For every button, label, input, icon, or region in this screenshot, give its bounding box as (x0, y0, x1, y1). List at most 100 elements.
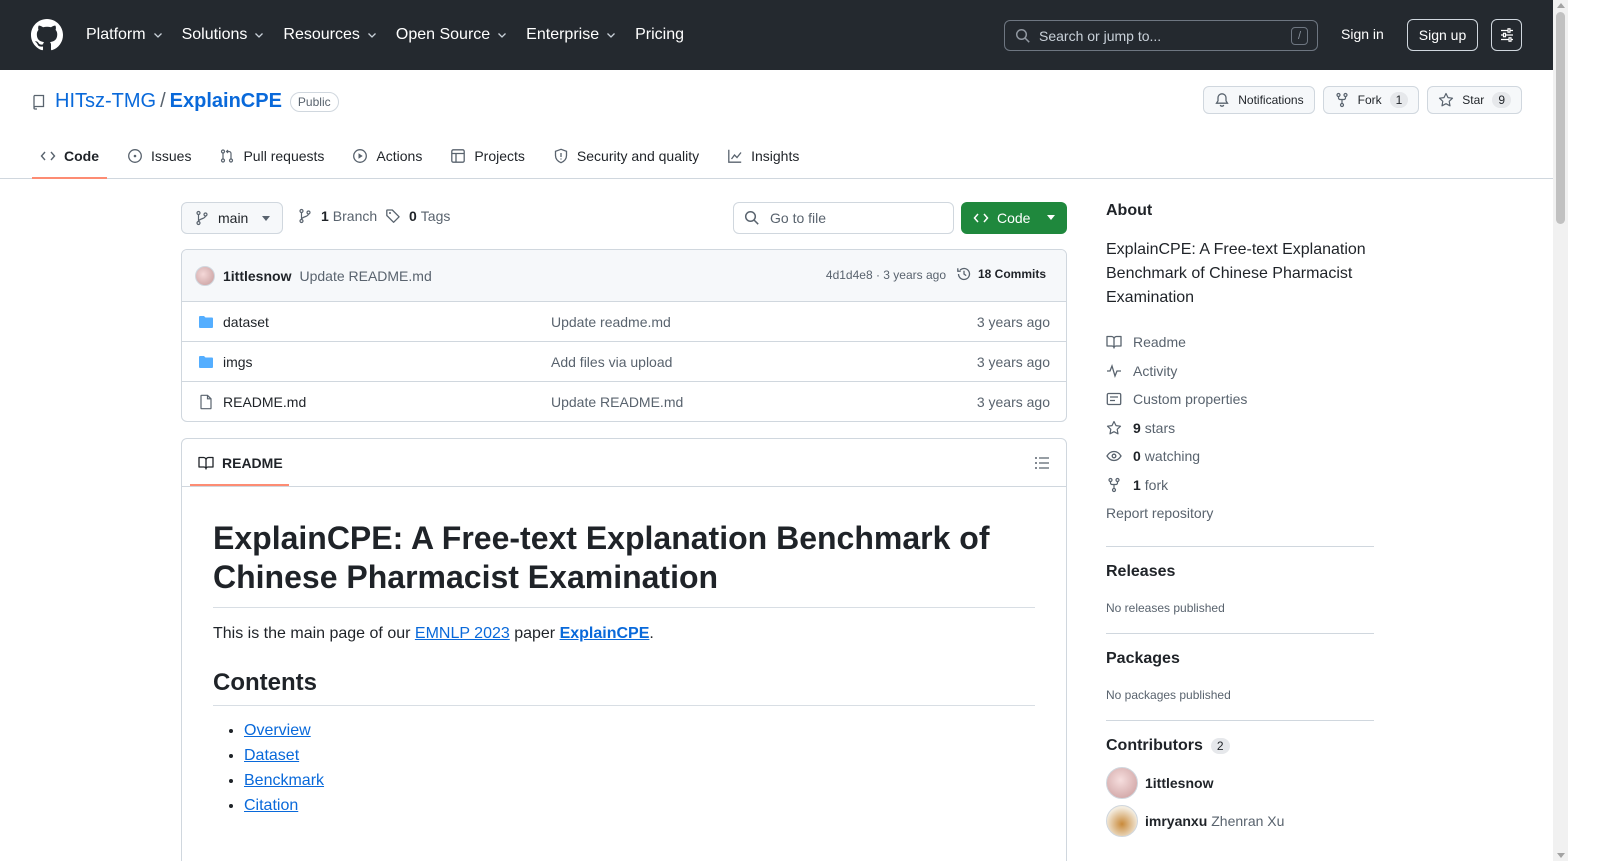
global-header: Platform Solutions Resources Open Source… (0, 0, 1568, 70)
tab-pull-requests[interactable]: Pull requests (211, 136, 332, 176)
report-repository-link[interactable]: Report repository (1106, 499, 1374, 528)
star-count: 9 (1492, 92, 1511, 108)
list-item: Overview (244, 722, 1035, 740)
tab-projects[interactable]: Projects (442, 136, 533, 176)
repo-title: HITsz-TMG / ExplainCPE Public (31, 90, 339, 113)
star-button[interactable]: Star 9 (1427, 86, 1522, 114)
search-input[interactable]: Search or jump to... / (1004, 20, 1318, 51)
fork-icon (1108, 477, 1120, 492)
stars-link[interactable]: 9 stars (1106, 414, 1374, 443)
toc-link[interactable]: Dataset (244, 747, 299, 764)
toc-link[interactable]: Overview (244, 722, 311, 739)
commit-author-link[interactable]: 1ittlesnow (223, 268, 291, 284)
contributors-heading[interactable]: Contributors 2 (1106, 737, 1374, 755)
caret-down-icon (1047, 215, 1055, 220)
file-commit-message[interactable]: Update README.md (551, 394, 683, 410)
packages-heading[interactable]: Packages (1106, 650, 1374, 668)
contributor-item[interactable]: 1ittlesnow (1106, 766, 1374, 799)
file-name-link[interactable]: README.md (223, 394, 306, 410)
table-icon (451, 149, 466, 163)
nav-resources[interactable]: Resources (283, 22, 377, 48)
tab-actions[interactable]: Actions (344, 136, 430, 176)
avatar[interactable] (1106, 766, 1138, 799)
folder-icon (199, 355, 213, 368)
eye-icon (1106, 451, 1122, 462)
readme-panel: README ExplainCPE: A Free-text Explanati… (181, 438, 1067, 861)
caret-down-icon (262, 216, 270, 221)
file-commit-message[interactable]: Add files via upload (551, 354, 672, 370)
sign-up-button[interactable]: Sign up (1407, 19, 1478, 51)
repo-owner-link[interactable]: HITsz-TMG (55, 90, 156, 113)
repo-actions: Notifications Fork 1 Star 9 (1203, 86, 1522, 114)
go-to-file-input[interactable]: Go to file (733, 202, 954, 234)
folder-icon (199, 315, 213, 328)
page-scrollbar[interactable] (1553, 0, 1568, 861)
avatar[interactable] (1106, 804, 1138, 837)
list-icon[interactable] (1034, 455, 1050, 471)
history-icon (957, 267, 971, 281)
commit-message-link[interactable]: Update README.md (299, 268, 431, 284)
bell-icon (1215, 93, 1229, 107)
repo-icon (33, 94, 45, 110)
file-name-link[interactable]: dataset (223, 314, 269, 330)
file-commit-message[interactable]: Update readme.md (551, 314, 671, 330)
chevron-down-icon (367, 33, 376, 38)
sign-in-link[interactable]: Sign in (1341, 26, 1384, 42)
releases-heading[interactable]: Releases (1106, 563, 1374, 581)
active-tab-indicator (190, 484, 289, 486)
repo-name-link[interactable]: ExplainCPE (170, 90, 282, 113)
scrollbar-thumb[interactable] (1556, 12, 1565, 224)
commit-hash-time[interactable]: 4d1d4e8 · 3 years ago (826, 268, 946, 282)
avatar[interactable] (195, 265, 215, 286)
nav-open-source[interactable]: Open Source (396, 22, 508, 48)
paper-link[interactable]: ExplainCPE (560, 625, 650, 642)
activity-link[interactable]: Activity (1106, 357, 1374, 386)
code-dropdown-button[interactable]: Code (961, 202, 1067, 234)
toc-link[interactable]: Citation (244, 797, 298, 814)
emnlp-link[interactable]: EMNLP 2023 (415, 625, 510, 642)
code-icon (973, 213, 989, 223)
tab-issues[interactable]: Issues (119, 136, 199, 176)
issue-icon (128, 149, 142, 163)
fork-icon (1336, 92, 1348, 108)
nav-pricing[interactable]: Pricing (635, 22, 684, 48)
contributor-item[interactable]: imryanxu Zhenran Xu (1106, 804, 1374, 837)
forks-link[interactable]: 1 fork (1106, 471, 1374, 500)
scroll-up-arrow[interactable] (1557, 3, 1565, 8)
repo-tabs: Code Issues Pull requests Actions Projec… (32, 136, 819, 179)
branch-selector[interactable]: main (181, 202, 283, 234)
book-icon (1106, 336, 1122, 349)
scroll-down-arrow[interactable] (1557, 853, 1565, 858)
chevron-down-icon (498, 33, 507, 38)
custom-properties-link[interactable]: Custom properties (1106, 385, 1374, 414)
table-row[interactable]: imgs Add files via upload 3 years ago (182, 342, 1066, 382)
file-name-link[interactable]: imgs (223, 354, 253, 370)
notifications-button[interactable]: Notifications (1203, 86, 1315, 114)
star-icon (1106, 420, 1122, 435)
note-icon (1106, 393, 1122, 406)
command-palette-button[interactable] (1491, 19, 1522, 51)
fork-button[interactable]: Fork 1 (1322, 86, 1420, 114)
nav-platform[interactable]: Platform (86, 22, 164, 48)
tags-link[interactable]: 0 Tags (385, 208, 450, 224)
nav-enterprise[interactable]: Enterprise (526, 22, 617, 48)
branches-link[interactable]: 1 Branch (297, 208, 377, 224)
chevron-down-icon (607, 33, 616, 38)
table-row[interactable]: README.md Update README.md 3 years ago (182, 382, 1066, 421)
readme-link[interactable]: Readme (1106, 328, 1374, 357)
tag-icon (386, 209, 400, 223)
github-logo-icon[interactable] (31, 19, 63, 51)
tab-code[interactable]: Code (32, 136, 107, 179)
divider (1106, 545, 1374, 547)
readme-tab[interactable]: README (198, 455, 283, 471)
watchers-link[interactable]: 0 watching (1106, 442, 1374, 471)
nav-solutions[interactable]: Solutions (182, 22, 266, 48)
file-list: 1ittlesnow Update README.md 4d1d4e8 · 3 … (181, 249, 1067, 422)
list-item: Dataset (244, 747, 1035, 765)
tab-insights[interactable]: Insights (719, 136, 807, 176)
table-row[interactable]: dataset Update readme.md 3 years ago (182, 302, 1066, 342)
commits-link[interactable]: 18 Commits (956, 266, 1046, 282)
toc-link[interactable]: Benckmark (244, 772, 324, 789)
tab-security[interactable]: Security and quality (545, 136, 707, 176)
star-icon (1439, 92, 1454, 107)
